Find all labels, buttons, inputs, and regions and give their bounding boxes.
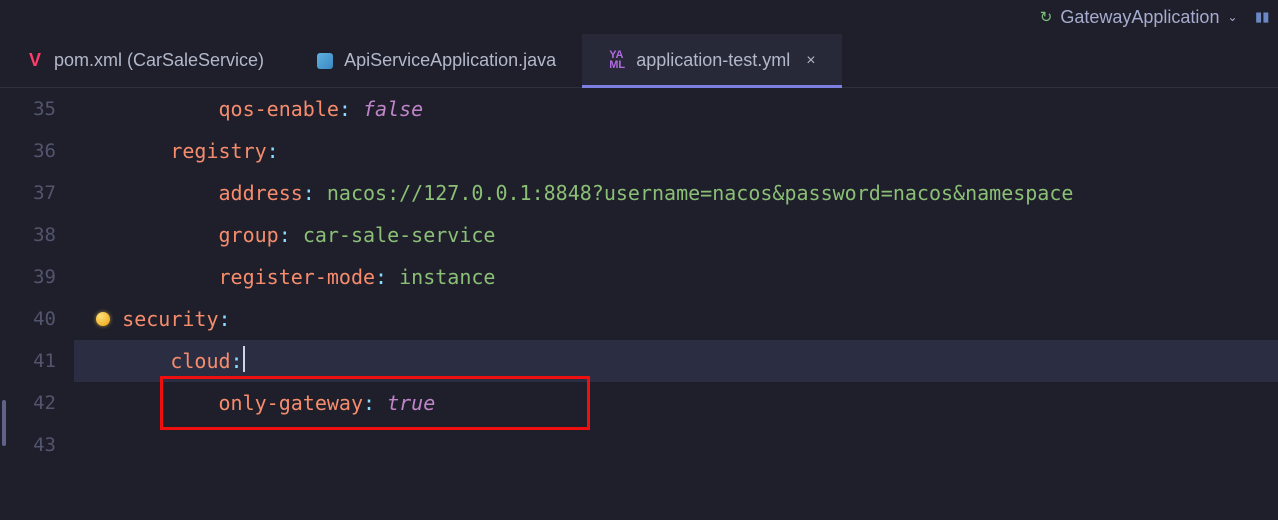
line-number: 42	[8, 382, 56, 424]
code-line[interactable]: only-gateway: true	[74, 382, 1278, 424]
line-number: 38	[8, 214, 56, 256]
maven-icon: V	[26, 52, 44, 70]
tab-label: ApiServiceApplication.java	[344, 50, 556, 71]
top-toolbar: ↻ GatewayApplication ⌄ ▮▮	[0, 0, 1278, 34]
yaml-icon: YAML	[608, 52, 626, 70]
tab-pom-xml-carsaleservice-[interactable]: Vpom.xml (CarSaleService)	[0, 34, 290, 87]
line-number: 36	[8, 130, 56, 172]
reload-icon: ↻	[1040, 8, 1053, 26]
code-line[interactable]: address: nacos://127.0.0.1:8848?username…	[74, 172, 1278, 214]
tab-application-test-yml[interactable]: YAML application-test.yml ×	[582, 34, 841, 87]
chevron-down-icon: ⌄	[1227, 10, 1237, 24]
intention-bulb-icon[interactable]	[96, 312, 110, 326]
code-content[interactable]: qos-enable: false registry: address: nac…	[74, 88, 1278, 520]
line-number: 41	[8, 340, 56, 382]
line-number: 40	[8, 298, 56, 340]
editor-left-edge	[0, 88, 8, 520]
code-line[interactable]: registry:	[74, 130, 1278, 172]
line-number: 37	[8, 172, 56, 214]
tab-label: application-test.yml	[636, 50, 790, 71]
code-line[interactable]: qos-enable: false	[74, 88, 1278, 130]
code-line[interactable]	[74, 424, 1278, 466]
editor-tabs: Vpom.xml (CarSaleService) ApiServiceAppli…	[0, 34, 1278, 88]
tab-apiserviceapplication-java[interactable]: ApiServiceApplication.java	[290, 34, 582, 87]
close-icon[interactable]: ×	[806, 52, 815, 70]
code-line[interactable]: register-mode: instance	[74, 256, 1278, 298]
line-number: 43	[8, 424, 56, 466]
run-config-label: GatewayApplication	[1060, 7, 1219, 28]
line-number-gutter: 353637383940414243	[8, 88, 74, 520]
line-number: 39	[8, 256, 56, 298]
java-class-icon	[316, 52, 334, 70]
run-config-selector[interactable]: ↻ GatewayApplication ⌄	[1040, 7, 1238, 28]
tab-label: pom.xml (CarSaleService)	[54, 50, 264, 71]
editor-area: 353637383940414243 qos-enable: false reg…	[0, 88, 1278, 520]
code-line[interactable]: cloud:	[74, 340, 1278, 382]
code-line[interactable]: security:	[74, 298, 1278, 340]
line-number: 35	[8, 88, 56, 130]
text-caret	[243, 346, 245, 372]
code-line[interactable]: group: car-sale-service	[74, 214, 1278, 256]
pause-button[interactable]: ▮▮	[1254, 7, 1268, 27]
